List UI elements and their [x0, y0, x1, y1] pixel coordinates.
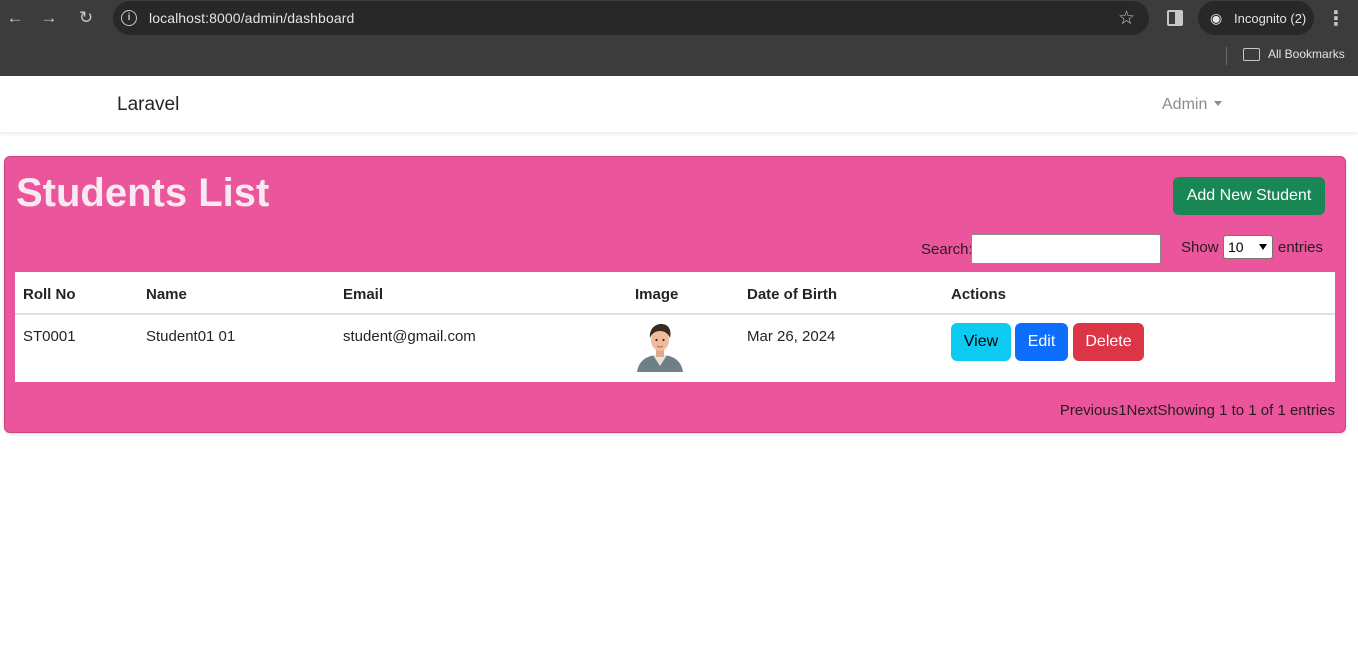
delete-button[interactable]: Delete — [1073, 323, 1144, 361]
header-divider — [15, 313, 1335, 315]
search-label: Search: — [921, 241, 973, 258]
caret-down-icon — [1214, 101, 1223, 106]
page-size-select[interactable]: 10 — [1223, 235, 1273, 259]
header-email[interactable]: Email — [343, 286, 383, 303]
brand-link[interactable]: Laravel — [117, 94, 179, 116]
view-button[interactable]: View — [951, 323, 1011, 361]
students-table: Roll No Name Email Image Date of Birth A… — [15, 272, 1335, 382]
page-1-link[interactable]: 1 — [1118, 402, 1126, 419]
cell-email: student@gmail.com — [343, 328, 476, 345]
students-card: Students List Add New Student Search: Sh… — [4, 156, 1346, 433]
star-icon[interactable]: ☆ — [1118, 7, 1135, 30]
search-input[interactable] — [971, 234, 1161, 264]
cell-roll-no: ST0001 — [23, 328, 76, 345]
add-new-student-button[interactable]: Add New Student — [1173, 177, 1325, 215]
header-roll-no[interactable]: Roll No — [23, 286, 76, 303]
select-caret-icon — [1259, 244, 1267, 250]
back-arrow-icon[interactable]: ← — [3, 7, 27, 31]
bookmarks-bar: All Bookmarks — [0, 37, 1358, 76]
header-actions: Actions — [951, 286, 1007, 303]
admin-label: Admin — [1162, 96, 1208, 113]
header-name[interactable]: Name — [146, 286, 187, 303]
incognito-icon: ◉ — [1210, 10, 1223, 26]
side-panel-icon[interactable] — [1167, 10, 1183, 26]
reload-icon[interactable]: ↻ — [74, 7, 98, 31]
app-navbar: Laravel Admin — [0, 76, 1358, 132]
url-text[interactable]: localhost:8000/admin/dashboard — [149, 10, 354, 26]
cell-name: Student01 01 — [146, 328, 236, 345]
forward-arrow-icon[interactable]: → — [37, 7, 61, 31]
folder-icon[interactable] — [1243, 48, 1260, 61]
browser-toolbar: ← → ↻ i localhost:8000/admin/dashboard ☆… — [0, 0, 1358, 37]
site-info-icon[interactable]: i — [121, 10, 137, 26]
bookmarks-divider — [1226, 47, 1227, 65]
page-title: Students List — [16, 171, 270, 215]
admin-dropdown[interactable]: Admin — [1162, 96, 1223, 114]
header-image[interactable]: Image — [635, 286, 678, 303]
incognito-label: Incognito (2) — [1234, 11, 1307, 26]
show-label: Show — [1181, 239, 1219, 256]
page-size-value: 10 — [1228, 239, 1244, 255]
previous-link[interactable]: Previous — [1060, 402, 1118, 419]
edit-button[interactable]: Edit — [1015, 323, 1068, 361]
cell-date-of-birth: Mar 26, 2024 — [747, 328, 836, 345]
incognito-button[interactable]: ◉ Incognito (2) — [1198, 1, 1314, 35]
address-bar[interactable]: i localhost:8000/admin/dashboard ☆ — [113, 1, 1149, 35]
pagination: Previous1NextShowing 1 to 1 of 1 entries — [1060, 402, 1335, 419]
header-date-of-birth[interactable]: Date of Birth — [747, 286, 837, 303]
menu-dots-icon[interactable]: ⋮ — [1326, 6, 1346, 31]
student-avatar-icon — [637, 324, 683, 372]
pagination-info: Showing 1 to 1 of 1 entries — [1157, 402, 1335, 419]
all-bookmarks-link[interactable]: All Bookmarks — [1268, 47, 1345, 61]
next-link[interactable]: Next — [1127, 402, 1158, 419]
entries-label: entries — [1278, 239, 1324, 256]
